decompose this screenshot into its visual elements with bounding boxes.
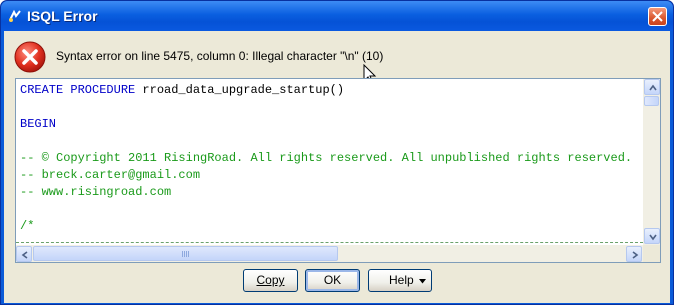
scroll-corner [643,245,660,262]
scroll-right-button[interactable] [626,246,642,262]
dialog-client-area: Syntax error on line 5475, column 0: Ill… [4,31,670,303]
dropdown-arrow-icon [419,279,426,284]
close-button[interactable] [648,7,667,26]
arrow-down-icon [649,234,657,241]
horizontal-scroll-thumb[interactable] [33,246,338,261]
code-line: -- breck.carter@gmail.com [20,168,201,182]
grip-icon [182,251,190,257]
sql-app-icon [8,9,22,23]
error-dialog: ISQL Error Syntax error on line 5475, co… [0,0,674,305]
help-button-label: Help [389,273,414,287]
code-line: /* [20,219,35,233]
scroll-left-button[interactable] [16,246,32,262]
arrow-left-icon [21,251,28,259]
code-line: -- www.risingroad.com [20,185,172,199]
arrow-right-icon [632,251,639,259]
help-button[interactable]: Help [368,269,432,292]
code-line: -- © Copyright 2011 RisingRoad. All righ… [20,151,633,165]
scroll-down-button[interactable] [644,228,660,244]
ok-button[interactable]: OK [305,269,360,292]
vertical-scrollbar[interactable] [643,79,660,245]
close-icon [652,11,663,22]
code-view[interactable]: CREATE PROCEDURE rroad_data_upgrade_star… [16,79,643,245]
divider [16,242,643,243]
horizontal-scrollbar[interactable] [16,245,643,262]
window-title: ISQL Error [27,8,98,24]
title-bar[interactable]: ISQL Error [1,1,673,31]
arrow-up-icon [649,84,657,91]
scroll-up-button[interactable] [644,79,660,95]
ok-button-label: OK [323,273,342,287]
error-icon [14,41,46,73]
vertical-scroll-thumb[interactable] [644,96,659,106]
error-message: Syntax error on line 5475, column 0: Ill… [56,49,384,63]
copy-button[interactable]: Copy [243,269,298,292]
sql-text-area[interactable]: CREATE PROCEDURE rroad_data_upgrade_star… [15,78,661,263]
copy-button-label: Copy [256,273,285,287]
code-line: CREATE PROCEDURE rroad_data_upgrade_star… [20,83,345,97]
code-line: BEGIN [20,117,57,131]
